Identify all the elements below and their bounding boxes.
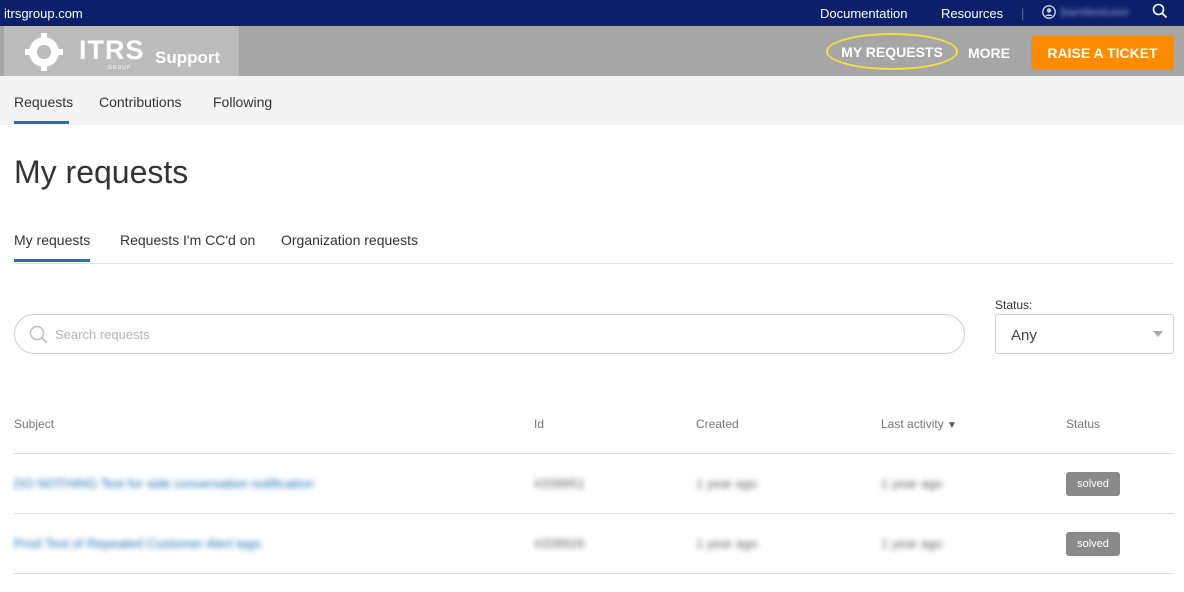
topbar-separator: | <box>1021 6 1025 21</box>
column-header-status: Status <box>1066 417 1101 431</box>
search-input[interactable] <box>55 324 935 344</box>
tab-ccd-requests[interactable]: Requests I'm CC'd on <box>120 232 255 248</box>
username: bamitestuser <box>1061 5 1130 19</box>
request-created: 1 year ago <box>696 536 758 551</box>
column-header-last-activity[interactable]: Last activity ▼ <box>881 417 957 431</box>
logo-subtext: GROUP <box>108 65 132 71</box>
tab-following[interactable]: Following <box>213 94 272 110</box>
request-created: 1 year ago <box>696 476 758 491</box>
site-link[interactable]: itrsgroup.com <box>4 6 83 21</box>
tab-my-requests[interactable]: My requests <box>14 232 90 248</box>
search-box <box>14 314 965 354</box>
more-nav-link[interactable]: MORE <box>968 45 1010 61</box>
top-bar: itrsgroup.com Documentation Resources | … <box>0 0 1184 26</box>
raise-ticket-button[interactable]: RAISE A TICKET <box>1031 36 1174 70</box>
site-header: ITRS GROUP Support MY REQUESTS MORE RAIS… <box>0 26 1184 76</box>
logo-text: ITRS <box>79 35 145 65</box>
search-icon <box>29 325 49 350</box>
column-header-created[interactable]: Created <box>696 417 739 431</box>
row-divider <box>14 573 1174 574</box>
my-requests-nav-link[interactable]: MY REQUESTS <box>826 33 958 70</box>
tab-requests[interactable]: Requests <box>14 94 73 110</box>
documentation-link[interactable]: Documentation <box>820 6 907 21</box>
request-subject-link[interactable]: DO NOTHING Test for side conversation no… <box>14 476 314 491</box>
user-menu[interactable]: bamitestuser <box>1042 5 1130 19</box>
request-last-activity: 1 year ago <box>881 476 943 491</box>
page-title: My requests <box>14 154 189 190</box>
user-icon <box>1042 5 1056 19</box>
column-header-subject: Subject <box>14 417 55 431</box>
request-subject-link[interactable]: Prod Test of Repeated Customer Alert tag… <box>14 536 261 551</box>
status-badge: solved <box>1066 532 1120 556</box>
resources-link[interactable]: Resources <box>941 6 1003 21</box>
chevron-down-icon <box>1153 331 1163 337</box>
active-request-tab-indicator <box>14 259 90 262</box>
request-tabs-divider <box>14 263 1174 264</box>
sort-desc-icon: ▼ <box>947 420 957 431</box>
column-header-last-activity-label: Last activity <box>881 417 944 431</box>
tab-contributions[interactable]: Contributions <box>99 94 182 110</box>
active-tab-indicator <box>14 121 69 124</box>
tab-organization-requests[interactable]: Organization requests <box>281 232 418 248</box>
request-last-activity: 1 year ago <box>881 536 943 551</box>
support-title: Support <box>155 48 221 67</box>
search-icon[interactable] <box>1152 3 1168 24</box>
profile-subnav: Requests Contributions Following <box>0 76 1184 125</box>
request-id: #208926 <box>534 536 585 551</box>
status-badge: solved <box>1066 472 1120 496</box>
request-id: #208951 <box>534 476 585 491</box>
status-filter-label: Status: <box>995 298 1033 312</box>
itrs-logo-icon <box>25 33 63 71</box>
row-divider <box>14 513 1174 514</box>
status-filter-value: Any <box>1011 327 1037 344</box>
column-header-id: Id <box>534 417 545 431</box>
status-filter-select[interactable]: Any <box>995 314 1174 354</box>
table-header-divider <box>14 453 1174 454</box>
brand-home-link[interactable]: ITRS GROUP Support <box>4 26 239 76</box>
